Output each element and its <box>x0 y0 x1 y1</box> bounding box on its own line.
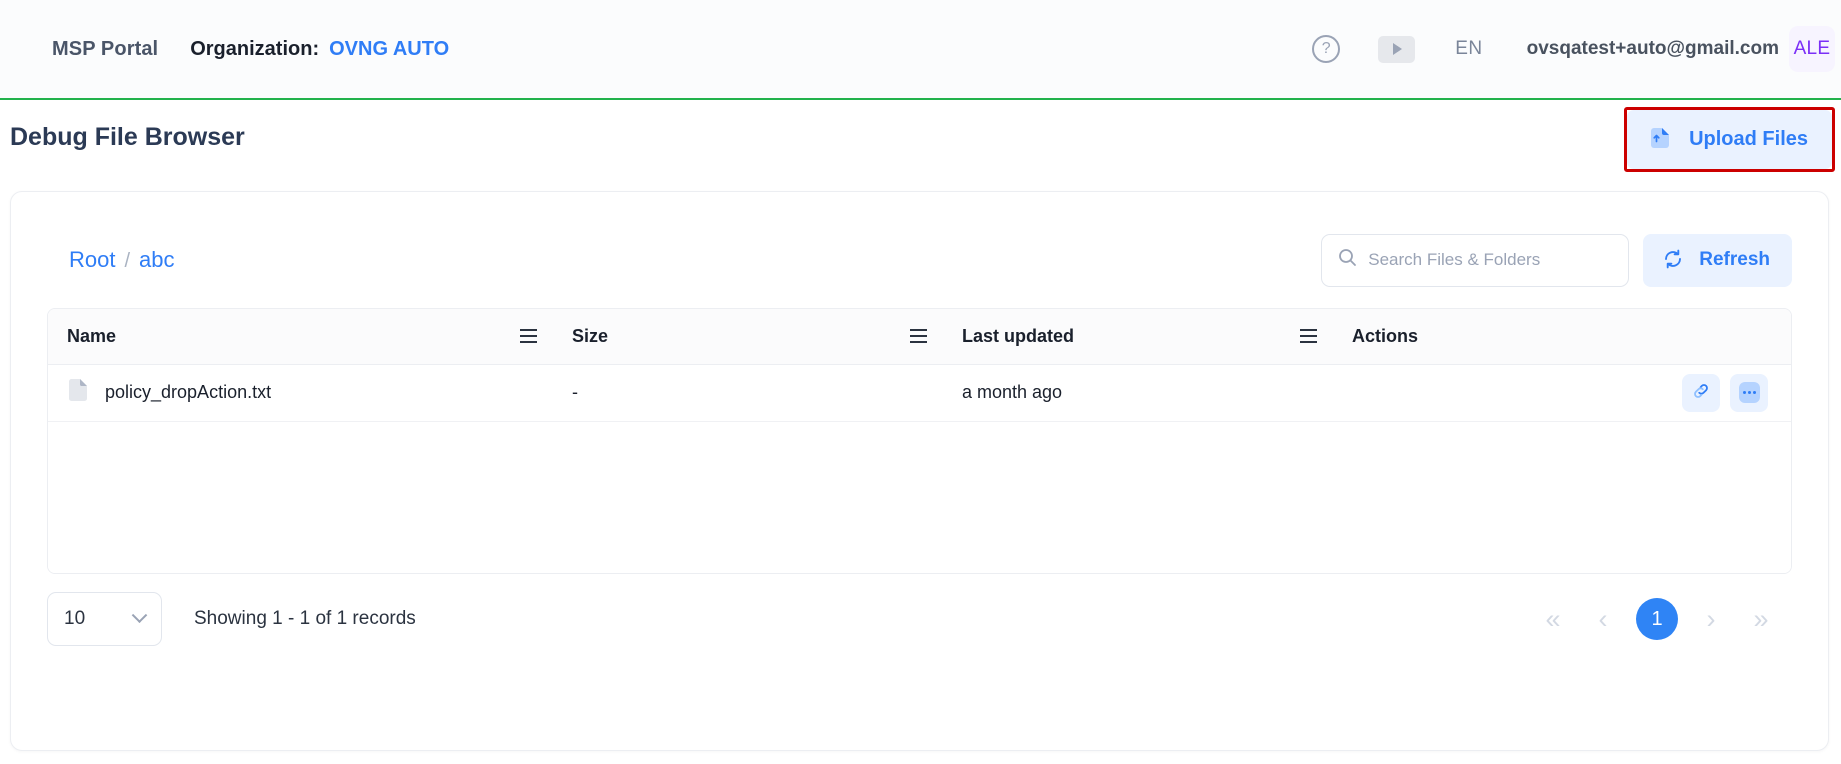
card-toolbar: Root / abc <box>47 228 1792 292</box>
page-title: Debug File Browser <box>10 123 245 152</box>
link-icon-button[interactable] <box>1682 374 1720 412</box>
organization-name[interactable]: OVNG AUTO <box>329 38 449 61</box>
app-header: MSP Portal Organization: OVNG AUTO ? EN … <box>0 0 1841 100</box>
breadcrumb-separator: / <box>124 250 130 273</box>
column-header-last-updated-label: Last updated <box>962 326 1074 346</box>
column-header-size-label: Size <box>572 326 608 346</box>
column-header-last-updated[interactable]: Last updated <box>943 309 1333 364</box>
upload-files-button[interactable]: Upload Files <box>1627 110 1832 169</box>
page-title-bar: Debug File Browser Upload Files <box>0 100 1841 174</box>
cell-size: - <box>553 364 943 421</box>
language-selector[interactable]: EN <box>1455 38 1482 60</box>
breadcrumb-item-abc[interactable]: abc <box>139 247 174 273</box>
upload-highlight-box: Upload Files <box>1624 107 1835 172</box>
search-input[interactable] <box>1368 250 1612 270</box>
play-icon[interactable] <box>1378 36 1415 63</box>
page-size-select[interactable]: 10 <box>47 592 162 646</box>
column-menu-icon-name[interactable] <box>520 329 537 343</box>
files-table: Name Size Last updated Actions <box>48 309 1791 573</box>
cell-actions <box>1333 364 1791 421</box>
upload-icon <box>1647 125 1673 154</box>
more-options-button[interactable] <box>1730 374 1768 412</box>
user-email[interactable]: ovsqatest+auto@gmail.com <box>1527 38 1779 60</box>
column-header-name[interactable]: Name <box>48 309 553 364</box>
pagination-controls: « ‹ 1 › » <box>1528 594 1786 644</box>
first-page-button[interactable]: « <box>1528 594 1578 644</box>
next-page-button[interactable]: › <box>1686 594 1736 644</box>
organization-label: Organization: <box>190 38 319 61</box>
table-body: policy_dropAction.txt - a month ago <box>48 364 1791 573</box>
app-brand: MSP Portal <box>52 38 158 61</box>
search-icon <box>1338 248 1357 272</box>
breadcrumb: Root / abc <box>69 247 175 273</box>
column-menu-icon-size[interactable] <box>910 329 927 343</box>
refresh-icon <box>1661 247 1685 274</box>
page-number-1[interactable]: 1 <box>1636 598 1678 640</box>
column-header-actions-label: Actions <box>1352 326 1418 346</box>
chevron-down-icon <box>132 607 148 623</box>
last-page-button[interactable]: » <box>1736 594 1786 644</box>
records-summary: Showing 1 - 1 of 1 records <box>194 608 416 630</box>
column-menu-icon-last-updated[interactable] <box>1300 329 1317 343</box>
help-icon[interactable]: ? <box>1312 35 1340 63</box>
play-triangle <box>1393 43 1402 55</box>
link-icon <box>1691 381 1711 404</box>
refresh-button[interactable]: Refresh <box>1643 234 1792 287</box>
refresh-label: Refresh <box>1699 249 1770 271</box>
column-header-size[interactable]: Size <box>553 309 943 364</box>
table-header: Name Size Last updated Actions <box>48 309 1791 364</box>
file-icon <box>67 378 89 407</box>
search-box[interactable] <box>1321 234 1629 287</box>
file-name[interactable]: policy_dropAction.txt <box>105 382 271 403</box>
cell-last-updated: a month ago <box>943 364 1333 421</box>
table-header-row: Name Size Last updated Actions <box>48 309 1791 364</box>
column-header-name-label: Name <box>67 326 116 346</box>
toolbar-right: Refresh <box>1321 234 1792 287</box>
page-size-value: 10 <box>64 608 85 630</box>
pagination-bar: 10 Showing 1 - 1 of 1 records « ‹ 1 › » <box>47 574 1792 664</box>
table-empty-space <box>48 421 1791 573</box>
prev-page-button[interactable]: ‹ <box>1578 594 1628 644</box>
breadcrumb-item-root[interactable]: Root <box>69 247 115 273</box>
table-row[interactable]: policy_dropAction.txt - a month ago <box>48 364 1791 421</box>
cell-name: policy_dropAction.txt <box>48 364 553 421</box>
file-browser-card: Root / abc <box>10 191 1829 751</box>
avatar[interactable]: ALE <box>1789 26 1835 72</box>
upload-files-label: Upload Files <box>1689 128 1808 151</box>
header-actions: ? EN ovsqatest+auto@gmail.com ALE <box>1312 0 1841 98</box>
files-table-wrapper: Name Size Last updated Actions <box>47 308 1792 574</box>
more-icon <box>1739 382 1760 403</box>
column-header-actions: Actions <box>1333 309 1791 364</box>
